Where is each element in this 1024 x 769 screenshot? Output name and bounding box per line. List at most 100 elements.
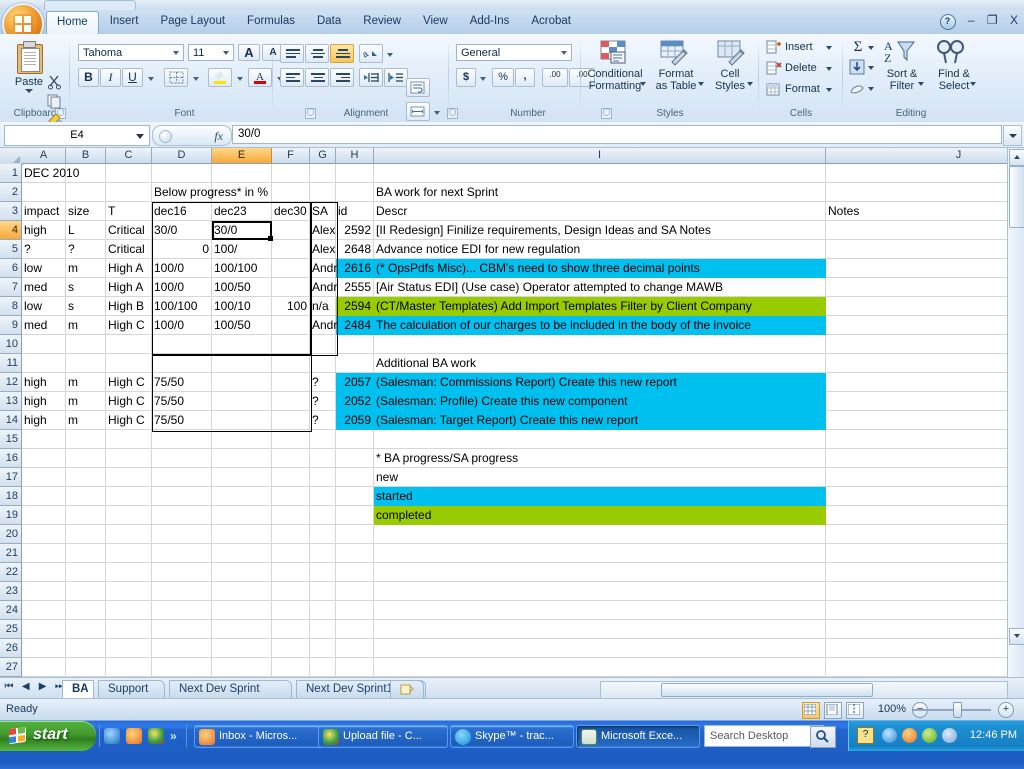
format-as-table-icon[interactable] <box>660 40 690 69</box>
row-header-5[interactable]: 5 <box>0 240 22 259</box>
cell-H19[interactable] <box>336 506 374 525</box>
minimize-button[interactable]: – <box>968 13 975 27</box>
cell-D22[interactable] <box>152 563 212 582</box>
cell-B13[interactable] <box>66 392 106 411</box>
cell-B14[interactable] <box>66 411 106 430</box>
cell-C26[interactable] <box>106 639 152 658</box>
ribbon-tab-home[interactable]: Home <box>46 11 99 35</box>
cell-D7[interactable] <box>152 278 212 297</box>
prev-sheet-button[interactable]: ◀ <box>19 681 33 692</box>
cell-A9[interactable] <box>22 316 66 335</box>
cell-D10[interactable] <box>152 335 212 354</box>
cell-J24[interactable] <box>826 601 1024 620</box>
row-header-19[interactable]: 19 <box>0 506 22 525</box>
cell-I26[interactable] <box>374 639 826 658</box>
cell-A8[interactable] <box>22 297 66 316</box>
cell-E13[interactable] <box>212 392 272 411</box>
cell-I15[interactable] <box>374 430 826 449</box>
format-dropdown-arrow[interactable] <box>826 88 832 92</box>
cell-B24[interactable] <box>66 601 106 620</box>
cell-C20[interactable] <box>106 525 152 544</box>
cell-E20[interactable] <box>212 525 272 544</box>
cell-I4[interactable] <box>374 221 826 240</box>
cell-F6[interactable] <box>272 259 310 278</box>
cell-B12[interactable] <box>66 373 106 392</box>
cell-E17[interactable] <box>212 468 272 487</box>
cell-F16[interactable] <box>272 449 310 468</box>
row-header-11[interactable]: 11 <box>0 354 22 373</box>
cell-D20[interactable] <box>152 525 212 544</box>
scroll-up-button[interactable] <box>1009 149 1024 166</box>
delete-cells-button[interactable]: Delete <box>784 60 828 76</box>
row-header-7[interactable]: 7 <box>0 278 22 297</box>
fat-dropdown-arrow[interactable] <box>698 82 704 86</box>
cell-C24[interactable] <box>106 601 152 620</box>
cell-C14[interactable] <box>106 411 152 430</box>
cancel-icon[interactable] <box>159 130 172 143</box>
cell-E12[interactable] <box>212 373 272 392</box>
cell-E26[interactable] <box>212 639 272 658</box>
ribbon-tab-insert[interactable]: Insert <box>99 10 150 34</box>
cell-A2[interactable] <box>22 183 66 202</box>
cell-F23[interactable] <box>272 582 310 601</box>
cell-E10[interactable] <box>212 335 272 354</box>
cell-D2[interactable] <box>152 183 212 202</box>
cell-J20[interactable] <box>826 525 1024 544</box>
sheet-nav-buttons[interactable]: ⏮ ◀ ▶ ⏭ <box>2 681 66 692</box>
grow-font-button[interactable]: A <box>238 44 260 61</box>
insert-function-icon[interactable]: fx <box>214 129 223 144</box>
cell-D27[interactable] <box>152 658 212 677</box>
merge-dropdown-arrow[interactable] <box>431 102 442 121</box>
cell-G23[interactable] <box>310 582 336 601</box>
chrome-icon[interactable] <box>148 728 164 744</box>
name-box-dropdown-arrow[interactable] <box>136 134 144 139</box>
cell-H18[interactable] <box>336 487 374 506</box>
row-header-13[interactable]: 13 <box>0 392 22 411</box>
cell-C4[interactable] <box>106 221 152 240</box>
cell-I27[interactable] <box>374 658 826 677</box>
cell-A19[interactable] <box>22 506 66 525</box>
cell-B8[interactable] <box>66 297 106 316</box>
conditional-formatting-label[interactable]: Conditional Formatting <box>584 68 646 92</box>
cell-F25[interactable] <box>272 620 310 639</box>
cell-C9[interactable] <box>106 316 152 335</box>
cs-dropdown-arrow[interactable] <box>747 82 753 86</box>
ribbon-tab-page-layout[interactable]: Page Layout <box>149 10 236 34</box>
insert-cells-button[interactable]: Insert <box>784 39 828 55</box>
column-header-D[interactable]: D <box>152 148 212 164</box>
cell-E18[interactable] <box>212 487 272 506</box>
row-header-8[interactable]: 8 <box>0 297 22 316</box>
formula-bar-buttons[interactable]: fx <box>152 125 232 146</box>
cell-G9[interactable] <box>310 316 336 335</box>
cell-F3[interactable] <box>272 202 310 221</box>
row-header-2[interactable]: 2 <box>0 183 22 202</box>
cell-B22[interactable] <box>66 563 106 582</box>
name-box[interactable]: E4 <box>4 125 150 146</box>
row-header-6[interactable]: 6 <box>0 259 22 278</box>
cell-A21[interactable] <box>22 544 66 563</box>
autosum-dropdown-arrow[interactable] <box>868 46 874 50</box>
cell-D9[interactable] <box>152 316 212 335</box>
cell-B26[interactable] <box>66 639 106 658</box>
cell-C11[interactable] <box>106 354 152 373</box>
format-cells-button[interactable]: Format <box>784 81 828 97</box>
cell-G8[interactable] <box>310 297 336 316</box>
more-chevron-icon[interactable]: » <box>170 729 177 743</box>
cell-F2[interactable] <box>272 183 310 202</box>
cell-G19[interactable] <box>310 506 336 525</box>
cell-A13[interactable] <box>22 392 66 411</box>
cell-I22[interactable] <box>374 563 826 582</box>
row-header-27[interactable]: 27 <box>0 658 22 677</box>
search-icon[interactable] <box>810 726 836 748</box>
cell-J18[interactable] <box>826 487 1024 506</box>
cell-E15[interactable] <box>212 430 272 449</box>
cell-D21[interactable] <box>152 544 212 563</box>
cell-A10[interactable] <box>22 335 66 354</box>
cell-H3[interactable] <box>336 202 374 221</box>
cell-J10[interactable] <box>826 335 1024 354</box>
cell-G3[interactable] <box>310 202 336 221</box>
clear-dropdown-arrow[interactable] <box>868 87 874 91</box>
orientation-icon[interactable]: a <box>359 44 383 63</box>
cell-J4[interactable] <box>826 221 1024 240</box>
cell-B16[interactable] <box>66 449 106 468</box>
